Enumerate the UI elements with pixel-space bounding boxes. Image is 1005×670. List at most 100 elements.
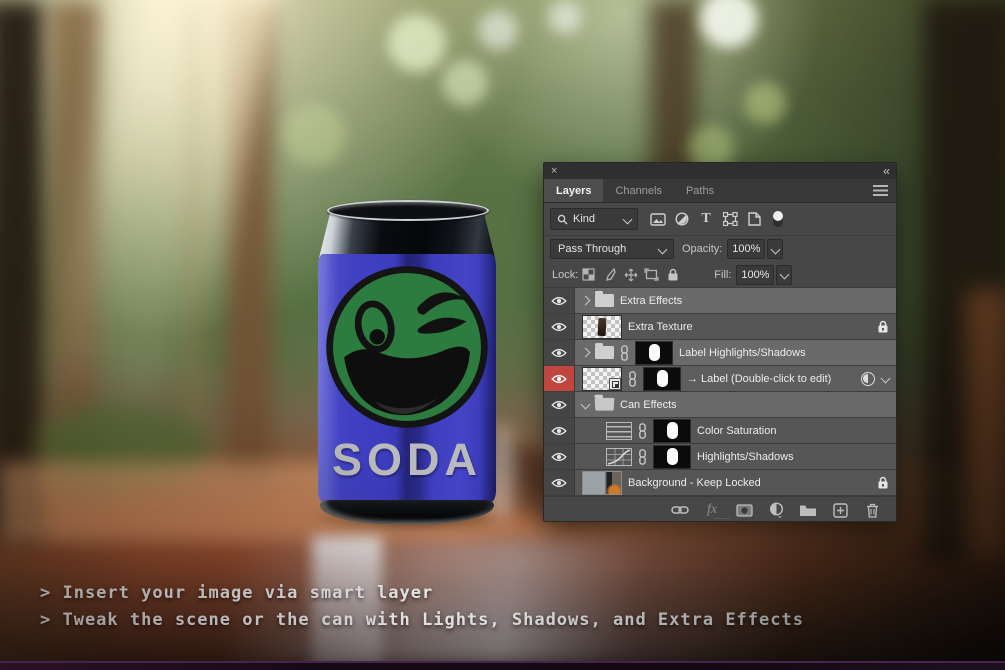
link-layers-button[interactable] — [670, 501, 690, 519]
layer-row-background[interactable]: Background - Keep Locked — [544, 470, 896, 496]
layer-list: Extra Effects Extra Texture — [544, 288, 896, 496]
bottom-dark-strip — [0, 661, 1005, 670]
bokeh-light — [284, 104, 346, 166]
tab-paths[interactable]: Paths — [674, 179, 726, 202]
layer-row-label-smart-object[interactable]: → Label (Double-click to edit) — [544, 366, 896, 392]
opacity-dropdown-button[interactable] — [767, 239, 783, 259]
group-collapse-chevron[interactable] — [581, 348, 591, 358]
wet-reflection-streak — [312, 536, 382, 670]
visibility-eye-icon[interactable] — [544, 470, 575, 495]
bokeh-light — [744, 82, 786, 124]
new-adjustment-layer-button[interactable] — [766, 501, 786, 519]
smart-object-thumbnail[interactable] — [582, 367, 622, 391]
lock-transparency-icon[interactable] — [578, 266, 599, 284]
blend-mode-dropdown[interactable]: Pass Through — [550, 239, 674, 259]
curves-adjustment-icon[interactable] — [606, 448, 632, 466]
group-expand-chevron[interactable] — [581, 400, 591, 410]
tab-layers[interactable]: Layers — [544, 179, 603, 202]
caption-line-2: > Tweak the scene or the can with Lights… — [40, 610, 804, 630]
layer-name: Extra Texture — [628, 321, 693, 333]
filter-row: Kind T — [544, 203, 896, 236]
chevron-down-icon — [658, 244, 668, 254]
adjustment-filter-icon[interactable] — [670, 209, 694, 229]
soda-can: SODA — [318, 200, 496, 524]
smart-object-badge — [609, 378, 621, 390]
lock-all-padlock-icon[interactable] — [662, 266, 683, 284]
panel-menu-icon[interactable] — [873, 185, 888, 196]
layer-name: Can Effects — [620, 399, 677, 411]
opacity-value-field[interactable]: 100% — [727, 239, 765, 259]
group-folder-open-icon — [595, 398, 615, 411]
shape-filter-icon[interactable] — [718, 209, 742, 229]
layer-name: Extra Effects — [620, 295, 682, 307]
tab-channels[interactable]: Channels — [603, 179, 673, 202]
new-group-button[interactable] — [798, 501, 818, 519]
bokeh-light — [442, 60, 488, 106]
layer-row-extra-texture[interactable]: Extra Texture — [544, 314, 896, 340]
fill-label: Fill: — [714, 269, 731, 281]
smart-object-filter-icon[interactable] — [742, 209, 766, 229]
visibility-eye-icon[interactable] — [544, 418, 575, 443]
blend-mode-value: Pass Through — [558, 243, 626, 255]
filter-toggle-switch[interactable] — [766, 209, 790, 229]
delete-layer-trash-button[interactable] — [862, 501, 882, 519]
layer-mask-thumbnail[interactable] — [635, 341, 673, 365]
layer-style-fx-button[interactable]: fx — [702, 501, 722, 519]
smart-filters-collapse-chevron[interactable] — [881, 374, 891, 384]
layer-name: Color Saturation — [697, 425, 777, 437]
mask-link-icon[interactable] — [638, 423, 647, 439]
visibility-eye-icon[interactable] — [544, 288, 575, 313]
blend-row: Pass Through Opacity: 100% — [544, 236, 896, 262]
kind-filter-dropdown[interactable]: Kind — [550, 208, 638, 230]
close-icon[interactable]: × — [551, 166, 557, 176]
layer-row-label-highlights-shadows[interactable]: Label Highlights/Shadows — [544, 340, 896, 366]
fill-dropdown-button[interactable] — [776, 265, 792, 285]
visibility-eye-icon[interactable] — [544, 314, 575, 339]
screenshot-stage: SODA > Insert your image via smart layer… — [0, 0, 1005, 670]
can-brand-text: SODA — [318, 434, 496, 486]
layer-row-highlights-shadows[interactable]: Highlights/Shadows — [544, 444, 896, 470]
caption-line-1: > Insert your image via smart layer — [40, 583, 433, 603]
layer-name: → Label (Double-click to edit) — [687, 373, 831, 385]
bokeh-light — [388, 14, 446, 72]
add-layer-mask-button[interactable] — [734, 501, 754, 519]
mask-link-icon[interactable] — [628, 371, 637, 387]
background-photo-thumbnail[interactable] — [582, 471, 622, 495]
layer-thumbnail[interactable] — [582, 315, 622, 339]
lock-position-move-icon[interactable] — [620, 266, 641, 284]
layer-mask-thumbnail[interactable] — [653, 419, 691, 443]
panel-resize-grip[interactable] — [714, 518, 730, 522]
winking-smiley-graphic — [322, 262, 492, 432]
lock-pixels-brush-icon[interactable] — [599, 266, 620, 284]
layer-row-color-saturation[interactable]: Color Saturation — [544, 418, 896, 444]
mask-link-icon[interactable] — [638, 449, 647, 465]
lock-artboard-icon[interactable] — [641, 266, 662, 284]
collapse-panel-icon[interactable]: ‹‹ — [883, 164, 889, 178]
layer-row-extra-effects[interactable]: Extra Effects — [544, 288, 896, 314]
fill-value-field[interactable]: 100% — [736, 265, 774, 285]
lock-label: Lock: — [552, 269, 578, 281]
kind-label: Kind — [573, 213, 595, 225]
can-base — [320, 500, 494, 524]
hue-saturation-adjustment-icon[interactable] — [606, 422, 632, 440]
search-icon — [557, 214, 568, 225]
group-collapse-chevron[interactable] — [581, 296, 591, 306]
layer-mask-thumbnail[interactable] — [643, 367, 681, 391]
visibility-eye-icon-highlighted[interactable] — [544, 366, 575, 391]
layer-name: Highlights/Shadows — [697, 451, 794, 463]
layer-mask-thumbnail[interactable] — [653, 445, 691, 469]
new-layer-button[interactable] — [830, 501, 850, 519]
visibility-eye-icon[interactable] — [544, 340, 575, 365]
type-filter-icon[interactable]: T — [694, 209, 718, 229]
panel-titlebar: × ‹‹ — [544, 163, 896, 179]
layer-row-can-effects[interactable]: Can Effects — [544, 392, 896, 418]
lock-row: Lock: Fill: 100% — [544, 262, 896, 288]
pixel-layer-filter-icon[interactable] — [646, 209, 670, 229]
visibility-eye-icon[interactable] — [544, 392, 575, 417]
bokeh-light — [548, 0, 582, 34]
group-folder-icon — [595, 294, 614, 307]
lock-badge-icon — [877, 476, 889, 489]
layer-name: Label Highlights/Shadows — [679, 347, 806, 359]
visibility-eye-icon[interactable] — [544, 444, 575, 469]
mask-link-icon[interactable] — [620, 345, 629, 361]
